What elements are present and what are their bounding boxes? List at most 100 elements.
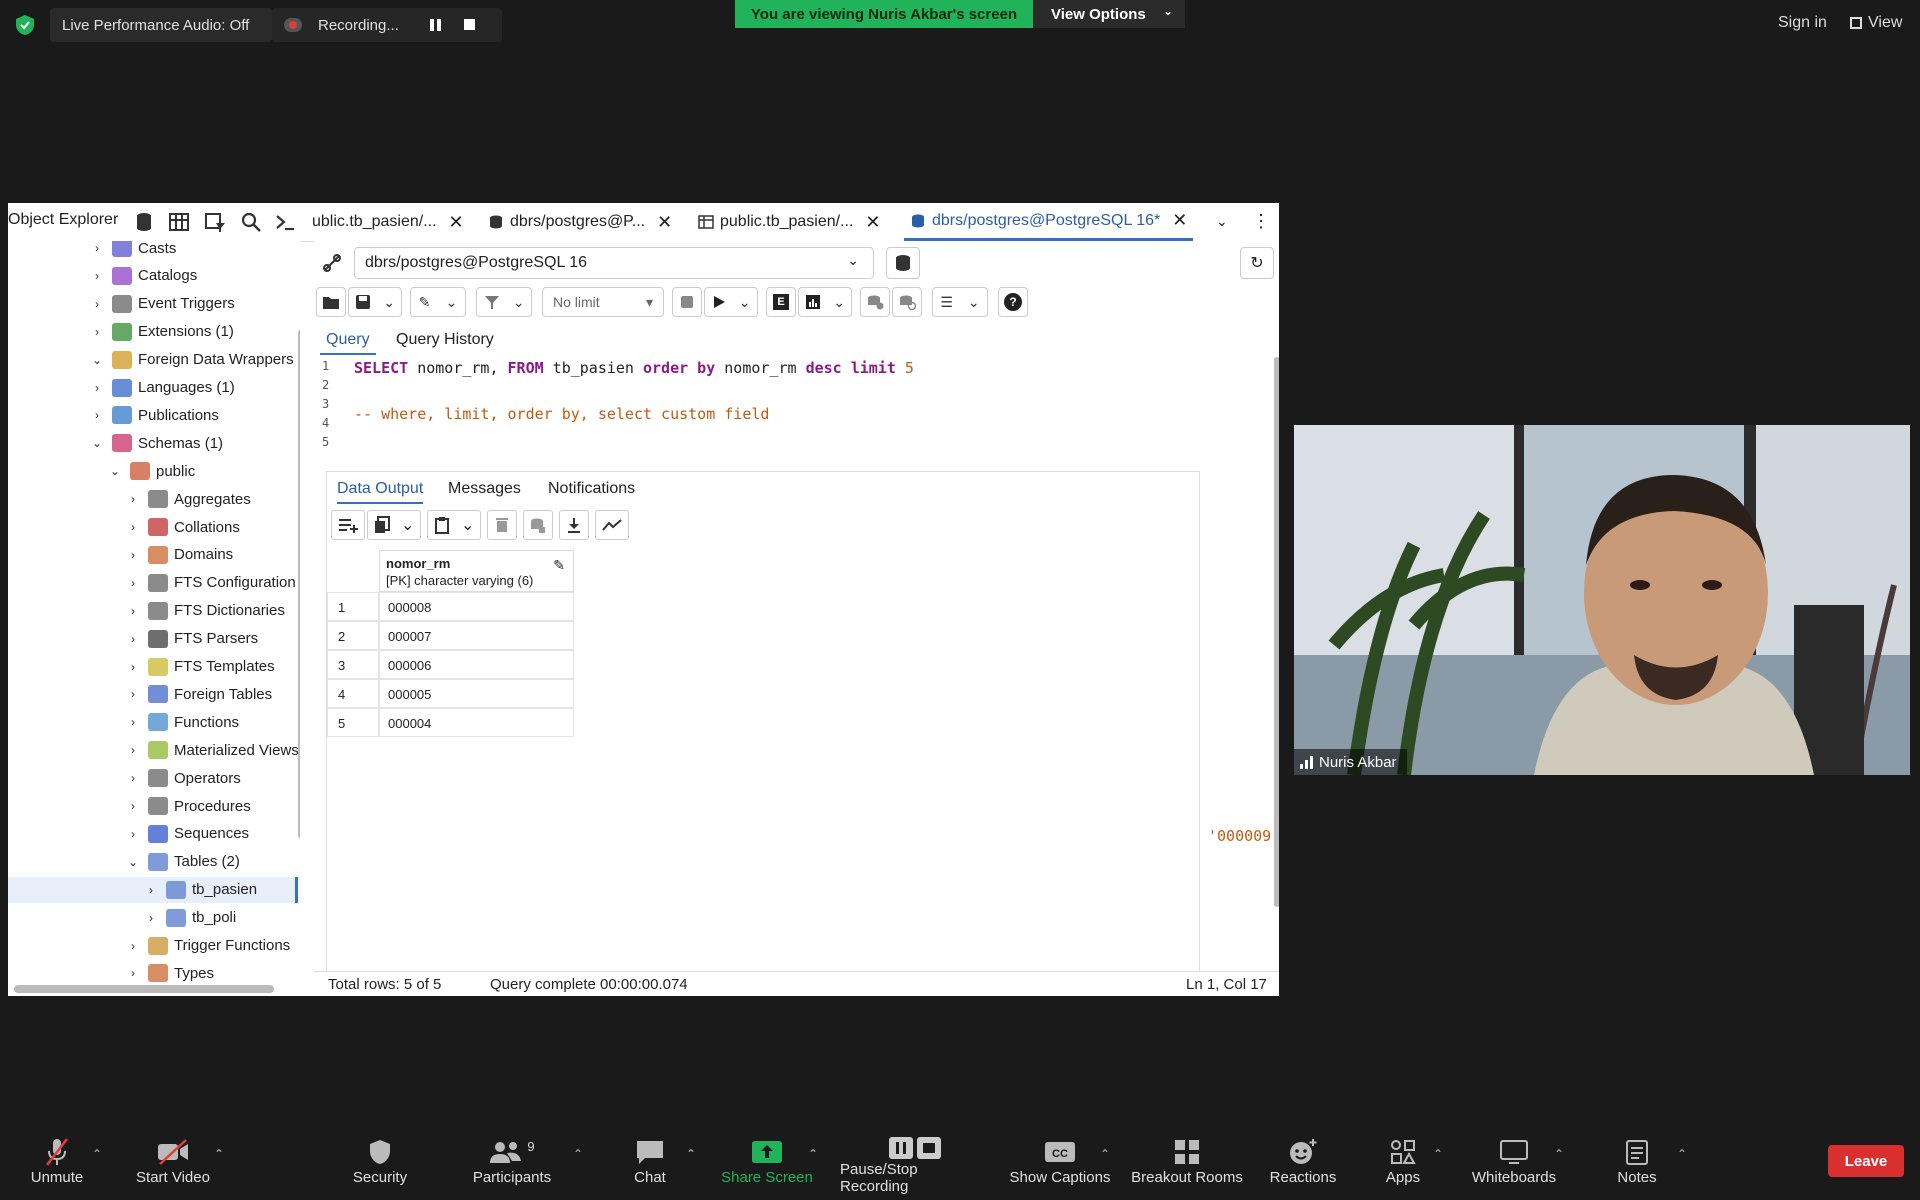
tree-item[interactable]: › FTS Parsers bbox=[8, 626, 258, 652]
chevron-down-icon[interactable]: ⌄ bbox=[88, 436, 106, 450]
new-connection-button[interactable] bbox=[886, 247, 920, 279]
unmute-button[interactable]: Unmute bbox=[0, 1135, 117, 1195]
copy-button[interactable]: ⌄ bbox=[367, 510, 421, 540]
chevron-right-icon[interactable]: › bbox=[124, 743, 142, 757]
stop-icon[interactable] bbox=[464, 19, 475, 30]
tree-item[interactable]: › tb_pasien bbox=[8, 876, 298, 903]
chevron-right-icon[interactable]: › bbox=[88, 325, 106, 339]
chevron-up-icon[interactable]: ⌃ bbox=[1554, 1147, 1564, 1161]
chevron-right-icon[interactable]: › bbox=[124, 771, 142, 785]
participant-video[interactable]: Nuris Akbar bbox=[1294, 425, 1910, 775]
chevron-right-icon[interactable]: › bbox=[88, 297, 106, 311]
pencil-icon[interactable]: ✎ bbox=[553, 557, 565, 574]
apps-button[interactable]: Apps bbox=[1343, 1135, 1463, 1195]
table-cell[interactable]: 000004 bbox=[379, 708, 574, 737]
chat-button[interactable]: Chat bbox=[590, 1135, 710, 1195]
explain-analyze-button[interactable]: ⌄ bbox=[798, 287, 852, 317]
tree-item[interactable]: › Casts bbox=[8, 241, 176, 261]
tab-query[interactable]: Query bbox=[320, 327, 376, 355]
commit-icon[interactable] bbox=[860, 287, 890, 317]
row-number[interactable]: 3 bbox=[327, 650, 379, 679]
tab-query-history[interactable]: Query History bbox=[390, 327, 500, 353]
sign-in-link[interactable]: Sign in bbox=[1778, 14, 1827, 32]
add-row-icon[interactable] bbox=[331, 510, 365, 540]
pause-icon[interactable] bbox=[430, 19, 442, 31]
show-captions-button[interactable]: CC Show Captions bbox=[1000, 1135, 1120, 1195]
tree-item[interactable]: › Event Triggers bbox=[8, 291, 235, 317]
close-icon[interactable]: ✕ bbox=[1172, 210, 1187, 231]
chevron-right-icon[interactable]: › bbox=[124, 632, 142, 646]
participants-button[interactable]: 9 Participants bbox=[452, 1135, 572, 1195]
tree-item[interactable]: › Collations bbox=[8, 514, 240, 540]
tree-item[interactable]: › Functions bbox=[8, 709, 239, 735]
chevron-right-icon[interactable]: › bbox=[88, 381, 106, 395]
breakout-rooms-button[interactable]: Breakout Rooms bbox=[1127, 1135, 1247, 1195]
chevron-right-icon[interactable]: › bbox=[124, 660, 142, 674]
chevron-right-icon[interactable]: › bbox=[124, 966, 142, 980]
macros-button[interactable]: ☰ ⌄ bbox=[932, 287, 988, 317]
stop-query-icon[interactable] bbox=[672, 287, 702, 317]
tree-item[interactable]: › Procedures bbox=[8, 793, 251, 819]
tree-item[interactable]: › Domains bbox=[8, 542, 233, 568]
filter-button[interactable]: ⌄ bbox=[476, 287, 532, 317]
whiteboards-button[interactable]: Whiteboards bbox=[1454, 1135, 1574, 1195]
tree-item[interactable]: › Trigger Functions bbox=[8, 933, 290, 959]
chevron-up-icon[interactable]: ⌃ bbox=[686, 1147, 696, 1161]
view-button[interactable]: View bbox=[1850, 14, 1902, 32]
chevron-down-icon[interactable]: ⌄ bbox=[88, 353, 106, 367]
chevron-right-icon[interactable]: › bbox=[124, 604, 142, 618]
share-screen-button[interactable]: Share Screen bbox=[707, 1135, 827, 1195]
chevron-right-icon[interactable]: › bbox=[142, 911, 160, 925]
connection-select[interactable]: dbrs/postgres@PostgreSQL 16 ⌄ bbox=[354, 247, 874, 279]
live-audio-status[interactable]: Live Performance Audio: Off bbox=[50, 8, 272, 42]
notes-button[interactable]: Notes bbox=[1577, 1135, 1697, 1195]
more-vertical-icon[interactable]: ⋮ bbox=[1252, 211, 1270, 232]
editor-scrollbar[interactable] bbox=[1274, 357, 1279, 907]
chevron-right-icon[interactable]: › bbox=[124, 827, 142, 841]
table-cell[interactable]: 000006 bbox=[379, 650, 574, 679]
tree-item[interactable]: › FTS Configuration bbox=[8, 570, 296, 596]
close-icon[interactable]: ✕ bbox=[449, 212, 464, 233]
chevron-right-icon[interactable]: › bbox=[88, 241, 106, 255]
table-cell[interactable]: 000008 bbox=[379, 592, 574, 621]
chevron-up-icon[interactable]: ⌃ bbox=[1433, 1147, 1443, 1161]
chevron-right-icon[interactable]: › bbox=[124, 799, 142, 813]
connection-status-icon[interactable] bbox=[320, 251, 344, 275]
refresh-icon[interactable]: ↻ bbox=[1240, 247, 1274, 279]
chevron-up-icon[interactable]: ⌃ bbox=[808, 1147, 818, 1161]
tree-scrollbar[interactable] bbox=[298, 329, 300, 839]
chevron-right-icon[interactable]: › bbox=[124, 939, 142, 953]
tree-item[interactable]: › Types bbox=[8, 960, 214, 986]
chevron-up-icon[interactable]: ⌃ bbox=[1677, 1147, 1687, 1161]
tree-item[interactable]: › Foreign Tables bbox=[8, 681, 272, 707]
tree-item[interactable]: › Catalogs bbox=[8, 263, 197, 289]
chevron-right-icon[interactable]: › bbox=[124, 548, 142, 562]
shield-icon[interactable] bbox=[14, 14, 36, 36]
chevron-down-icon[interactable]: ⌄ bbox=[106, 464, 124, 478]
terminal-icon[interactable] bbox=[274, 211, 298, 233]
tab-table-pasien-2[interactable]: public.tb_pasien/... ✕ bbox=[698, 203, 881, 241]
chevron-right-icon[interactable]: › bbox=[124, 687, 142, 701]
tree-horizontal-scrollbar[interactable] bbox=[14, 985, 274, 993]
chevron-up-icon[interactable]: ⌃ bbox=[1100, 1147, 1110, 1161]
view-options-button[interactable]: View Options ⌄ bbox=[1033, 0, 1185, 28]
graph-icon[interactable] bbox=[595, 510, 629, 540]
tab-query-active[interactable]: dbrs/postgres@PostgreSQL 16* ✕ bbox=[904, 203, 1194, 241]
chevron-right-icon[interactable]: › bbox=[88, 269, 106, 283]
chevron-up-icon[interactable]: ⌃ bbox=[214, 1147, 224, 1161]
chevron-right-icon[interactable]: › bbox=[88, 408, 106, 422]
tree-item[interactable]: › Extensions (1) bbox=[8, 319, 234, 345]
table-cell[interactable]: 000005 bbox=[379, 679, 574, 708]
tree-item[interactable]: ⌄ Tables (2) bbox=[8, 849, 240, 875]
row-number[interactable]: 1 bbox=[327, 592, 379, 621]
tree-item[interactable]: › Materialized Views bbox=[8, 737, 299, 763]
pause-stop-recording-button[interactable]: Pause/Stop Recording bbox=[840, 1135, 990, 1195]
save-data-icon[interactable] bbox=[523, 510, 553, 540]
download-icon[interactable] bbox=[559, 510, 589, 540]
rollback-icon[interactable] bbox=[892, 287, 922, 317]
chevron-right-icon[interactable]: › bbox=[124, 576, 142, 590]
security-button[interactable]: Security bbox=[320, 1135, 440, 1195]
help-icon[interactable]: ? bbox=[998, 287, 1028, 317]
close-icon[interactable]: ✕ bbox=[865, 212, 880, 233]
tree-item[interactable]: › Aggregates bbox=[8, 486, 251, 512]
